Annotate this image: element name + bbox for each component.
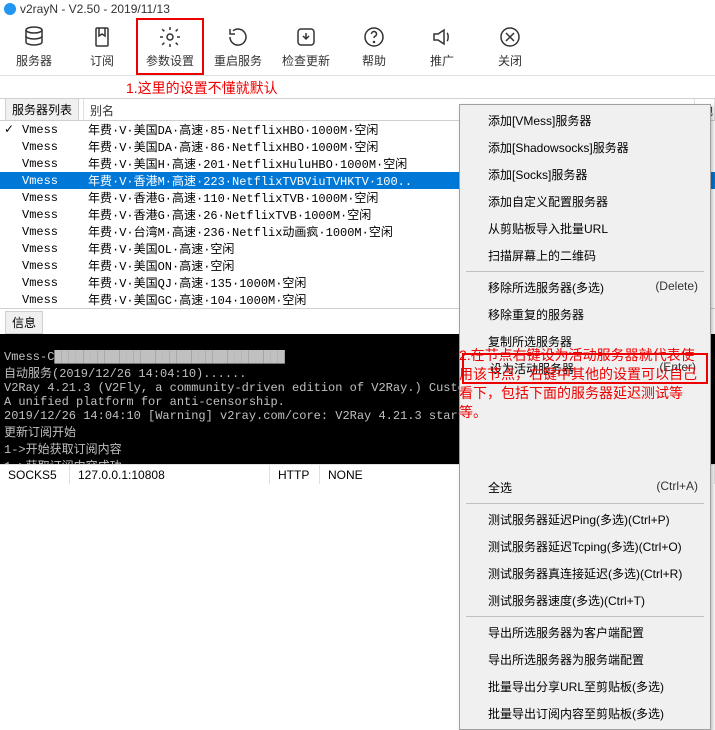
- promote-button[interactable]: 推广: [408, 18, 476, 75]
- update-button[interactable]: 检查更新: [272, 18, 340, 75]
- toolbar: 服务器 订阅 参数设置 重启服务 检查更新 帮助 推广 关闭: [0, 18, 715, 76]
- close-icon: [497, 24, 523, 50]
- ctx-add-custom[interactable]: 添加自定义配置服务器: [462, 188, 708, 215]
- cell-type: Vmess: [18, 259, 84, 273]
- ctx-add-ss[interactable]: 添加[Shadowsocks]服务器: [462, 134, 708, 161]
- status-proto: SOCKS5: [0, 465, 70, 484]
- subscribe-button[interactable]: 订阅: [68, 18, 136, 75]
- bookmark-icon: [89, 24, 115, 50]
- cell-type: Vmess: [18, 174, 84, 188]
- ctx-realping[interactable]: 测试服务器真连接延迟(多选)(Ctrl+R): [462, 560, 708, 587]
- active-mark: ✓: [0, 122, 18, 137]
- ctx-scan-qr[interactable]: 扫描屏幕上的二维码: [462, 242, 708, 269]
- cell-type: Vmess: [18, 191, 84, 205]
- settings-label: 参数设置: [146, 52, 194, 69]
- restart-label: 重启服务: [214, 52, 262, 69]
- restart-icon: [225, 24, 251, 50]
- ctx-export-server[interactable]: 导出所选服务器为服务端配置: [462, 646, 708, 673]
- cell-type: Vmess: [18, 293, 84, 307]
- window-title: v2rayN - V2.50 - 2019/11/13: [20, 2, 170, 16]
- ctx-import-url[interactable]: 从剪贴板导入批量URL: [462, 215, 708, 242]
- ctx-add-socks[interactable]: 添加[Socks]服务器: [462, 161, 708, 188]
- ctx-export-url[interactable]: 批量导出分享URL至剪贴板(多选): [462, 673, 708, 700]
- ctx-select-all[interactable]: 全选(Ctrl+A): [462, 474, 708, 501]
- app-logo-icon: [4, 3, 16, 15]
- help-button[interactable]: 帮助: [340, 18, 408, 75]
- ctx-speed[interactable]: 测试服务器速度(多选)(Ctrl+T): [462, 587, 708, 614]
- gear-icon: [157, 24, 183, 50]
- cell-type: Vmess: [18, 157, 84, 171]
- status-addr: 127.0.0.1:10808: [70, 465, 270, 484]
- cell-type: Vmess: [18, 208, 84, 222]
- server-list-label: 服务器列表: [5, 98, 79, 121]
- restart-button[interactable]: 重启服务: [204, 18, 272, 75]
- info-label: 信息: [5, 311, 43, 334]
- cell-type: Vmess: [18, 123, 84, 137]
- server-button[interactable]: 服务器: [0, 18, 68, 75]
- help-icon: [361, 24, 387, 50]
- ctx-tcping[interactable]: 测试服务器延迟Tcping(多选)(Ctrl+O): [462, 533, 708, 560]
- server-label: 服务器: [16, 52, 52, 69]
- titlebar: v2rayN - V2.50 - 2019/11/13: [0, 0, 715, 18]
- promote-label: 推广: [430, 52, 454, 69]
- cell-type: Vmess: [18, 140, 84, 154]
- close-label: 关闭: [498, 52, 522, 69]
- update-label: 检查更新: [282, 52, 330, 69]
- speaker-icon: [429, 24, 455, 50]
- subscribe-label: 订阅: [90, 52, 114, 69]
- ctx-add-vmess[interactable]: 添加[VMess]服务器: [462, 107, 708, 134]
- help-label: 帮助: [362, 52, 386, 69]
- settings-button[interactable]: 参数设置: [136, 18, 204, 75]
- annotation-1: 1.这里的设置不懂就默认: [126, 78, 278, 98]
- download-icon: [293, 24, 319, 50]
- ctx-remove-dup[interactable]: 移除重复的服务器: [462, 301, 708, 328]
- database-icon: [21, 24, 47, 50]
- ctx-export-client[interactable]: 导出所选服务器为客户端配置: [462, 619, 708, 646]
- cell-type: Vmess: [18, 225, 84, 239]
- cell-type: Vmess: [18, 276, 84, 290]
- ctx-export-sub[interactable]: 批量导出订阅内容至剪贴板(多选): [462, 700, 708, 727]
- close-button[interactable]: 关闭: [476, 18, 544, 75]
- annotation-2: 2.在节点右键设为活动服务器就代表使用该节点，右键中其他的设置可以自己看下，包括…: [459, 346, 703, 422]
- cell-type: Vmess: [18, 242, 84, 256]
- ctx-ping[interactable]: 测试服务器延迟Ping(多选)(Ctrl+P): [462, 506, 708, 533]
- status-http: HTTP: [270, 465, 320, 484]
- ctx-remove-sel[interactable]: 移除所选服务器(多选)(Delete): [462, 274, 708, 301]
